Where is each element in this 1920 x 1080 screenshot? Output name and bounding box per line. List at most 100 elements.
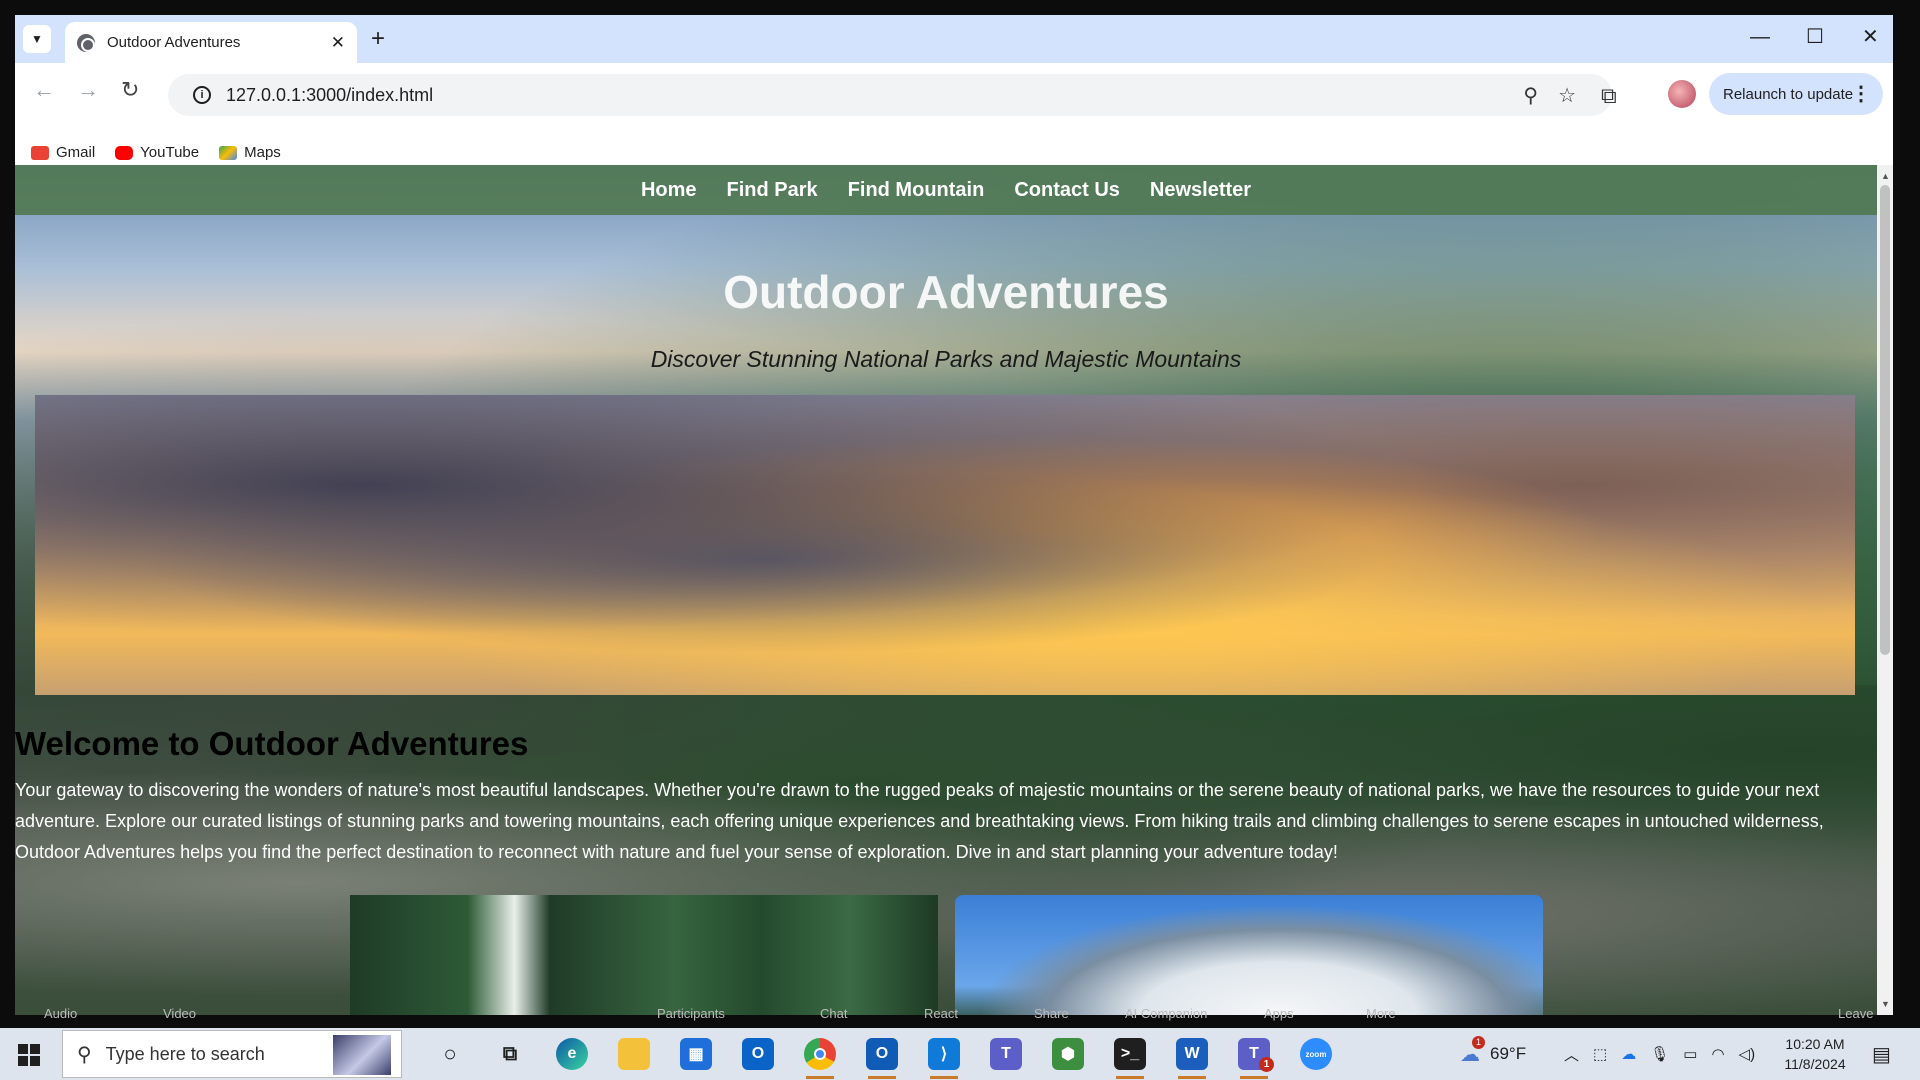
terminal-icon[interactable]: >_ [1114, 1038, 1146, 1079]
outlook-new-icon[interactable]: O [742, 1038, 774, 1070]
outlook-icon[interactable]: O [866, 1038, 898, 1079]
zoom-more-label[interactable]: More [1366, 1006, 1396, 1021]
zoom-ai-companion-label[interactable]: AI Companion [1125, 1006, 1207, 1021]
nav-home[interactable]: Home [641, 179, 697, 202]
profile-avatar[interactable] [1668, 80, 1696, 108]
bookmark-label: Maps [244, 144, 281, 161]
tab-strip: ▼ Outdoor Adventures ✕ + — ☐ ✕ [15, 15, 1893, 63]
teams-classic-icon[interactable]: T1 [1238, 1038, 1274, 1079]
site-nav: Home Find Park Find Mountain Contact Us … [15, 165, 1877, 215]
microsoft-store-icon[interactable]: ▦ [680, 1038, 712, 1070]
tab-title: Outdoor Adventures [107, 34, 241, 51]
nav-find-mountain[interactable]: Find Mountain [848, 179, 985, 202]
notifications-icon[interactable]: ▤ [1872, 1042, 1891, 1067]
bookmark-gmail[interactable]: Gmail [31, 144, 95, 161]
tab-close-icon[interactable]: ✕ [331, 33, 345, 53]
address-bar[interactable]: i 127.0.0.1:3000/index.html ⚲☆ [168, 74, 1612, 116]
youtube-icon [115, 145, 134, 160]
more-menu-icon[interactable]: ⋮ [1851, 81, 1871, 106]
forward-arrow-icon[interactable]: → [77, 79, 99, 101]
chrome-icon[interactable] [804, 1038, 836, 1079]
zoom-react-label[interactable]: React [924, 1006, 958, 1021]
bookmark-label: Gmail [56, 144, 96, 161]
task-view-icon[interactable]: ⧉ [494, 1038, 526, 1070]
welcome-text: Your gateway to discovering the wonders … [15, 780, 1824, 862]
battery-icon[interactable]: ▭ [1683, 1045, 1697, 1063]
teams-badge: 1 [1259, 1057, 1274, 1072]
zoom-share-label[interactable]: Share [1034, 1006, 1069, 1021]
bookmarks-bar: Gmail YouTube Maps [31, 144, 281, 161]
microphone-icon[interactable]: 🎙 [1650, 1045, 1669, 1063]
page-viewport: Home Find Park Find Mountain Contact Us … [15, 165, 1893, 1015]
nav-newsletter[interactable]: Newsletter [1150, 179, 1251, 202]
forest-park-image[interactable] [350, 895, 938, 1015]
taskbar-search-box[interactable]: ⚲ Type here to search [62, 1030, 402, 1078]
relaunch-to-update-button[interactable]: Relaunch to update ⋮ [1709, 73, 1883, 115]
page-scrollbar[interactable]: ▲ ▼ [1877, 165, 1893, 1015]
wifi-icon[interactable]: ◠ [1711, 1045, 1724, 1063]
search-icon: ⚲ [77, 1043, 92, 1066]
onedrive-cloud-icon[interactable]: ☁ [1621, 1045, 1636, 1063]
zoom-icon[interactable]: zoom [1300, 1038, 1332, 1070]
cortana-circle-icon[interactable]: ○ [434, 1038, 466, 1070]
reload-icon[interactable]: ↻ [121, 79, 139, 101]
sunset-banner-image [35, 395, 1855, 695]
hero-subtitle: Discover Stunning National Parks and Maj… [650, 346, 1242, 372]
extensions-puzzle-icon[interactable]: ⧉ [1601, 83, 1617, 109]
windows-taskbar: ⚲ Type here to search ○ ⧉ e ▦ O O ⟩ T ⬢ … [0, 1028, 1920, 1080]
zoom-chat-label[interactable]: Chat [820, 1006, 847, 1021]
weather-temp: 69°F [1490, 1044, 1527, 1063]
bookmark-maps[interactable]: Maps [219, 144, 281, 161]
camera-icon[interactable]: ⬚ [1593, 1045, 1607, 1063]
cloud-icon: ☁ 1 [1460, 1035, 1485, 1067]
vscode-icon[interactable]: ⟩ [928, 1038, 960, 1079]
zoom-video-label[interactable]: Video [163, 1006, 196, 1021]
nav-find-park[interactable]: Find Park [727, 179, 818, 202]
scroll-up-icon[interactable]: ▲ [1881, 171, 1890, 181]
bookmark-label: YouTube [140, 144, 200, 161]
bookmark-youtube[interactable]: YouTube [115, 144, 199, 161]
snowy-mountain-image[interactable] [955, 895, 1543, 1015]
weather-widget[interactable]: ☁ 1 69°F [1460, 1028, 1526, 1080]
clock-date: 11/8/2024 [1784, 1056, 1846, 1072]
file-explorer-icon[interactable] [618, 1038, 650, 1070]
system-tray: ︿ ⬚ ☁ 🎙 ▭ ◠ ◁) [1564, 1028, 1755, 1080]
maps-icon [219, 145, 238, 160]
welcome-heading: Welcome to Outdoor Adventures [15, 725, 529, 762]
globe-icon [77, 33, 95, 52]
tray-chevron-up-icon[interactable]: ︿ [1564, 1044, 1579, 1065]
minimize-icon[interactable]: — [1750, 25, 1770, 49]
windows-start-icon[interactable] [18, 1044, 40, 1066]
browser-toolbar: ← → ↻ i 127.0.0.1:3000/index.html ⚲☆ ⧉ R… [15, 63, 1893, 161]
tab-outdoor-adventures[interactable]: Outdoor Adventures ✕ [65, 22, 357, 63]
chevron-down-icon: ▼ [31, 32, 43, 46]
new-tab-button[interactable]: + [371, 25, 385, 53]
zoom-participants-label[interactable]: Participants [657, 1006, 725, 1021]
search-highlight-image [333, 1035, 391, 1075]
bookmark-star-icon[interactable]: ☆ [1558, 85, 1596, 107]
clock-time: 10:20 AM [1785, 1036, 1845, 1052]
weather-badge: 1 [1472, 1035, 1485, 1049]
browser-window: ▼ Outdoor Adventures ✕ + — ☐ ✕ ← → ↻ i 1… [15, 15, 1893, 1015]
edge-icon[interactable]: e [556, 1038, 588, 1070]
url-text[interactable]: 127.0.0.1:3000/index.html [226, 85, 433, 106]
taskbar-clock[interactable]: 10:20 AM 11/8/2024 [1770, 1034, 1860, 1074]
nodejs-icon[interactable]: ⬢ [1052, 1038, 1084, 1070]
teams-icon[interactable]: T [990, 1038, 1022, 1070]
gmail-icon [31, 145, 49, 160]
nav-contact-us[interactable]: Contact Us [1014, 179, 1120, 202]
site-info-icon[interactable]: i [193, 86, 211, 104]
relaunch-label: Relaunch to update [1723, 85, 1854, 103]
tab-search-button[interactable]: ▼ [23, 25, 51, 53]
zoom-leave-label[interactable]: Leave [1838, 1006, 1873, 1021]
zoom-apps-label[interactable]: Apps [1264, 1006, 1294, 1021]
scrollbar-thumb[interactable] [1880, 185, 1890, 655]
hero-title: Outdoor Adventures [723, 266, 1169, 318]
speaker-icon[interactable]: ◁) [1739, 1045, 1756, 1063]
maximize-icon[interactable]: ☐ [1806, 25, 1824, 49]
window-close-icon[interactable]: ✕ [1862, 25, 1879, 49]
zoom-audio-label[interactable]: Audio [44, 1006, 77, 1021]
word-icon[interactable]: W [1176, 1038, 1208, 1079]
zoom-magnifier-icon[interactable]: ⚲ [1523, 85, 1558, 107]
back-arrow-icon[interactable]: ← [33, 79, 55, 101]
